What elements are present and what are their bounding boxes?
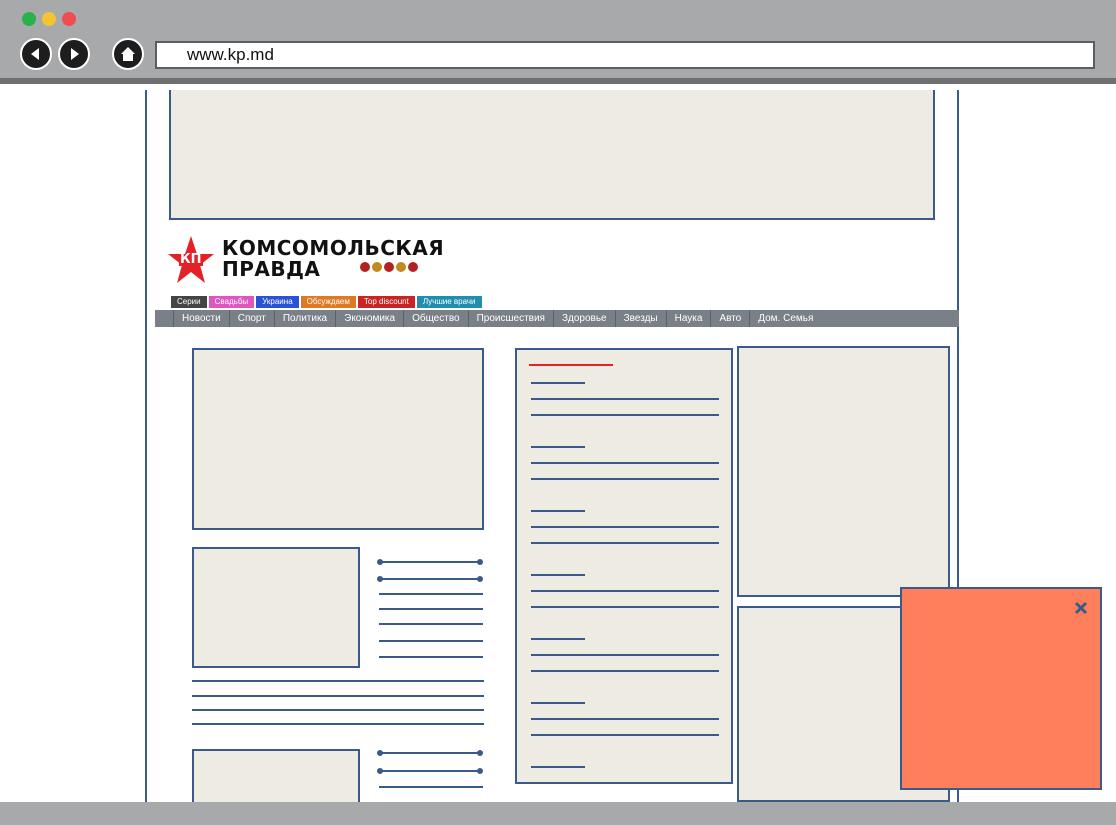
menu-item[interactable]: Наука (665, 310, 711, 327)
menu-item[interactable]: Происшествия (467, 310, 553, 327)
headline-link[interactable] (377, 750, 483, 756)
address-bar[interactable]: www.kp.md (155, 41, 1095, 69)
menu-item[interactable]: Дом. Семья (749, 310, 821, 327)
feed-time-line (531, 766, 585, 768)
feed-time-line (531, 446, 585, 448)
feed-time-line (531, 382, 585, 384)
text-line (192, 709, 484, 711)
forward-button[interactable] (58, 38, 90, 70)
story-thumbnail[interactable] (192, 749, 360, 802)
back-button[interactable] (20, 38, 52, 70)
right-ad-top[interactable] (737, 346, 950, 597)
story-thumbnail[interactable] (192, 547, 360, 668)
text-line (379, 593, 483, 595)
topic-tabs: Серии Свадьбы Украина Обсуждаем Top discount… (171, 296, 482, 308)
menu-item[interactable]: Здоровье (552, 310, 615, 327)
menu-item[interactable]: Политика (273, 310, 335, 327)
feed-time-line (531, 638, 585, 640)
feed-headline-line[interactable] (531, 670, 719, 672)
text-line (192, 680, 484, 682)
feed-headline-line[interactable] (531, 734, 719, 736)
maximize-button[interactable] (22, 12, 36, 26)
headline-link[interactable] (377, 768, 483, 774)
feed-headline-line[interactable] (531, 606, 719, 608)
menu-item[interactable]: Спорт (228, 310, 274, 327)
feed-headline-line[interactable] (531, 462, 719, 464)
main-story-image[interactable] (192, 348, 484, 530)
topic-tab[interactable]: Украина (256, 296, 299, 308)
menu-item[interactable]: Авто (710, 310, 749, 327)
site-logo[interactable]: КП КОМСОМОЛЬСКАЯ ПРАВДА (167, 234, 444, 292)
feed-time-line (531, 574, 585, 576)
topic-tab[interactable]: Свадьбы (208, 296, 255, 308)
feed-time-line (531, 702, 585, 704)
text-line (379, 623, 483, 625)
close-icon[interactable] (1074, 601, 1088, 615)
logo-line-1: КОМСОМОЛЬСКАЯ (222, 236, 445, 260)
text-line (379, 786, 483, 788)
text-line (379, 656, 483, 658)
browser-toolbar: www.kp.md (0, 0, 1116, 84)
main-menu: Новости Спорт Политика Экономика Общество Про… (155, 310, 959, 327)
arrow-left-icon (31, 48, 39, 60)
browser-bottom-bar (0, 802, 1116, 825)
headline-link[interactable] (377, 559, 483, 565)
topic-tab[interactable]: Обсуждаем (300, 296, 356, 308)
menu-item[interactable]: Экономика (335, 310, 403, 327)
topic-tab[interactable]: Top discount (357, 296, 415, 308)
home-icon (121, 47, 135, 61)
feed-headline-line[interactable] (531, 542, 719, 544)
top-banner-ad[interactable] (169, 90, 935, 220)
feed-headline-line[interactable] (531, 478, 719, 480)
feed-header-line (529, 364, 613, 366)
arrow-right-icon (71, 48, 79, 60)
menu-item[interactable]: Звезды (614, 310, 666, 327)
text-line (379, 640, 483, 642)
text-line (192, 695, 484, 697)
feed-headline-line[interactable] (531, 654, 719, 656)
orders-icon (360, 262, 418, 272)
text-line (192, 723, 484, 725)
home-button[interactable] (112, 38, 144, 70)
minimize-button[interactable] (42, 12, 56, 26)
text-line (379, 608, 483, 610)
logo-badge: КП (180, 252, 202, 267)
feed-headline-line[interactable] (531, 526, 719, 528)
site-page: КП КОМСОМОЛЬСКАЯ ПРАВДА Серии Свадьбы Укра… (145, 90, 959, 802)
topic-tab[interactable]: Лучшие врачи (416, 296, 482, 308)
feed-time-line (531, 510, 585, 512)
browser-window: www.kp.md КП КОМСОМОЛЬСКАЯ ПРАВДА Серии С… (0, 0, 1116, 825)
url-text: www.kp.md (187, 45, 274, 64)
feed-headline-line[interactable] (531, 718, 719, 720)
topic-tab[interactable]: Серии (171, 296, 207, 308)
feed-headline-line[interactable] (531, 398, 719, 400)
feed-headline-line[interactable] (531, 590, 719, 592)
menu-item[interactable]: Новости (173, 310, 229, 327)
close-window-button[interactable] (62, 12, 76, 26)
popup-overlay[interactable] (900, 587, 1102, 790)
headline-link[interactable] (377, 576, 483, 582)
feed-headline-line[interactable] (531, 414, 719, 416)
menu-item[interactable]: Общество (403, 310, 468, 327)
news-feed-column (515, 348, 733, 784)
